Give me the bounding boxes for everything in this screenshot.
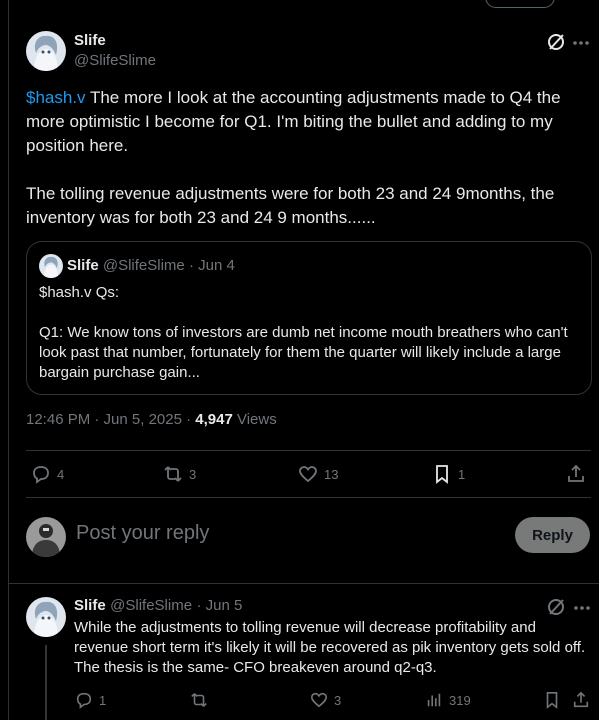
post-text: $hash.v The more I look at the accountin… bbox=[26, 86, 586, 158]
divider bbox=[26, 450, 591, 451]
quote-header: Slife @SlifeSlime · Jun 4 bbox=[67, 257, 235, 274]
reply-repost-action[interactable] bbox=[190, 691, 214, 709]
share-icon bbox=[568, 464, 584, 482]
reply-reply-count: 1 bbox=[99, 692, 107, 708]
reply-count: 4 bbox=[57, 466, 65, 482]
post-text-paragraph-2: The tolling revenue adjustments were for… bbox=[26, 184, 555, 227]
reply-date[interactable]: · Jun 5 bbox=[197, 597, 243, 614]
reply-like-count: 3 bbox=[334, 692, 342, 708]
share-action[interactable] bbox=[566, 464, 586, 484]
reply-author-handle[interactable]: @SlifeSlime bbox=[110, 597, 192, 614]
repost-icon bbox=[191, 693, 207, 707]
quote-date: · Jun 4 bbox=[188, 257, 235, 274]
reply-action[interactable]: 4 bbox=[31, 464, 64, 484]
reply-icon bbox=[33, 466, 49, 484]
avatar-figure-icon bbox=[26, 517, 66, 557]
like-count: 13 bbox=[324, 466, 339, 482]
reply-button[interactable]: Reply bbox=[515, 517, 590, 553]
reply-header: Slife @SlifeSlime · Jun 5 bbox=[74, 597, 242, 615]
quote-text-line1: $hash.v Qs: bbox=[39, 284, 120, 301]
thread-line bbox=[45, 645, 47, 720]
quote-text-line2: Q1: We know tons of investors are dumb n… bbox=[39, 324, 568, 381]
views-label: Views bbox=[232, 411, 277, 428]
reply-views-count: 319 bbox=[449, 692, 471, 708]
reply-bookmark-action[interactable] bbox=[543, 691, 561, 709]
views-count: 4,947 bbox=[195, 411, 233, 428]
more-options-icon[interactable] bbox=[573, 601, 591, 619]
quoted-post[interactable]: Slife @SlifeSlime · Jun 4 $hash.v Qs: Q1… bbox=[26, 241, 592, 395]
repost-icon bbox=[164, 466, 182, 482]
avatar-anime-icon bbox=[26, 31, 66, 71]
reply-share-action[interactable] bbox=[572, 691, 590, 709]
reply-avatar[interactable] bbox=[26, 597, 66, 637]
share-icon bbox=[573, 691, 589, 708]
bookmark-icon bbox=[436, 465, 448, 484]
reply-like-action[interactable]: 3 bbox=[310, 691, 341, 709]
post-timestamp[interactable]: 12:46 PM · Jun 5, 2025 · bbox=[26, 411, 195, 428]
bookmark-action[interactable]: 1 bbox=[432, 464, 465, 484]
avatar-anime-icon bbox=[26, 597, 66, 637]
reply-reply-action[interactable]: 1 bbox=[75, 691, 106, 709]
heart-icon bbox=[299, 466, 317, 483]
grok-icon[interactable] bbox=[546, 32, 566, 57]
reply-icon bbox=[76, 692, 92, 709]
post-text-line1: The more I look at the accounting adjust… bbox=[26, 88, 561, 155]
quote-author-name: Slife bbox=[67, 257, 99, 274]
reply-text: While the adjustments to tolling revenue… bbox=[74, 619, 586, 676]
repost-action[interactable]: 3 bbox=[163, 464, 196, 484]
quote-author-handle: @SlifeSlime bbox=[102, 257, 185, 274]
quote-avatar bbox=[39, 254, 63, 278]
my-avatar[interactable] bbox=[26, 517, 66, 557]
avatar[interactable] bbox=[26, 31, 66, 71]
reply-input[interactable]: Post your reply bbox=[76, 522, 209, 545]
author-name[interactable]: Slife bbox=[74, 32, 106, 49]
post-meta: 12:46 PM · Jun 5, 2025 · 4,947 Views bbox=[26, 411, 277, 428]
cashtag-link[interactable]: $hash.v bbox=[26, 88, 86, 107]
bookmark-count: 1 bbox=[458, 466, 466, 482]
views-chart-icon bbox=[427, 693, 441, 707]
more-options-icon[interactable] bbox=[572, 36, 590, 54]
reply-author-name[interactable]: Slife bbox=[74, 597, 106, 614]
repost-count: 3 bbox=[189, 466, 197, 482]
divider bbox=[26, 497, 591, 498]
bookmark-icon bbox=[546, 691, 558, 709]
author-handle[interactable]: @SlifeSlime bbox=[74, 52, 156, 69]
heart-icon bbox=[310, 692, 328, 708]
top-partial-button[interactable] bbox=[485, 0, 555, 8]
like-action[interactable]: 13 bbox=[298, 464, 338, 484]
divider bbox=[9, 583, 599, 584]
reply-views-action[interactable]: 319 bbox=[425, 691, 471, 709]
